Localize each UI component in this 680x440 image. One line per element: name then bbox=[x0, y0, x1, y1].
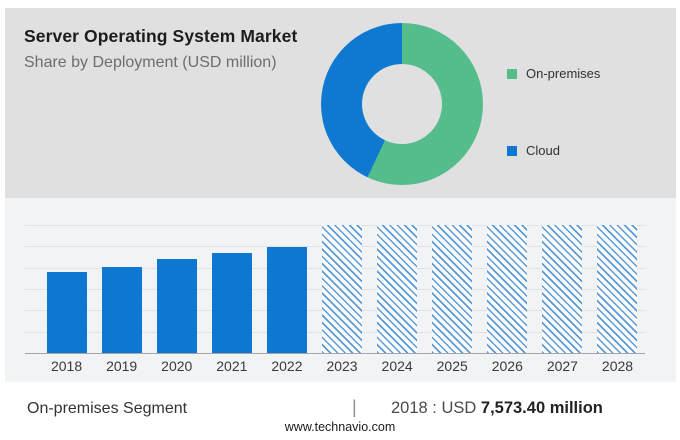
legend-item-on-premises: On-premises bbox=[507, 66, 600, 81]
donut-chart bbox=[321, 23, 483, 185]
highlight-value: 2018 : USD 7,573.40 million bbox=[391, 399, 603, 418]
x-tick-2026: 2026 bbox=[491, 358, 523, 374]
x-tick-2022: 2022 bbox=[271, 358, 303, 374]
website-url: www.technavio.com bbox=[284, 420, 396, 434]
page-subtitle: Share by Deployment (USD million) bbox=[24, 54, 277, 71]
highlight-value-bold: 7,573.40 million bbox=[480, 399, 603, 417]
x-tick-2024: 2024 bbox=[381, 358, 413, 374]
forecast-bar-2028 bbox=[597, 225, 638, 353]
x-tick-2018: 2018 bbox=[50, 358, 83, 374]
divider: | bbox=[352, 397, 357, 417]
bar-chart-plot-area bbox=[25, 225, 645, 354]
legend-item-cloud: Cloud bbox=[507, 143, 560, 158]
bar-2022 bbox=[266, 247, 307, 353]
x-tick-2028: 2028 bbox=[601, 358, 634, 374]
footer: On-premises Segment | 2018 : USD 7,573.4… bbox=[0, 382, 680, 440]
x-tick-2021: 2021 bbox=[216, 358, 248, 374]
bar-slot-2023 bbox=[314, 225, 369, 353]
forecast-bar-2027 bbox=[542, 225, 583, 353]
bars-row bbox=[25, 225, 645, 353]
header-panel: Server Operating System Market Share by … bbox=[5, 8, 676, 198]
bar-slot-2028 bbox=[590, 225, 645, 353]
page-title: Server Operating System Market bbox=[24, 26, 298, 46]
bar-slot-2018 bbox=[39, 225, 94, 353]
segment-caption: On-premises Segment bbox=[27, 400, 188, 417]
x-tick-2019: 2019 bbox=[106, 358, 138, 374]
bar-slot-2026 bbox=[480, 225, 535, 353]
header-titles: Server Operating System Market Share by … bbox=[24, 26, 297, 72]
bar-slot-2024 bbox=[370, 225, 425, 353]
forecast-bar-2026 bbox=[487, 225, 528, 353]
x-tick-2020: 2020 bbox=[161, 358, 193, 374]
forecast-bar-2024 bbox=[377, 225, 418, 353]
highlight-value-prefix: 2018 : USD bbox=[391, 399, 477, 417]
legend-swatch-on-premises bbox=[507, 68, 517, 79]
donut-hole bbox=[362, 64, 442, 144]
x-tick-2025: 2025 bbox=[436, 358, 468, 374]
bar-slot-2025 bbox=[425, 225, 480, 353]
bar-slot-2019 bbox=[94, 225, 149, 353]
legend-label-on-premises: On-premises bbox=[526, 66, 601, 81]
bar-2018 bbox=[46, 272, 87, 353]
forecast-bar-2025 bbox=[432, 225, 473, 353]
bar-2019 bbox=[101, 267, 142, 353]
bar-slot-2027 bbox=[535, 225, 590, 353]
x-axis-labels: 2018 2019 2020 2021 2022 2023 2024 2025 2026 2027… bbox=[25, 358, 645, 374]
bar-slot-2021 bbox=[204, 225, 259, 353]
x-tick-2023: 2023 bbox=[326, 358, 358, 374]
bar-2021 bbox=[211, 253, 252, 353]
bar-slot-2022 bbox=[259, 225, 314, 353]
forecast-bar-2023 bbox=[322, 225, 363, 353]
infographic: Server Operating System Market Share by … bbox=[0, 0, 680, 440]
legend-label-cloud: Cloud bbox=[526, 143, 560, 158]
bar-chart-panel: 2018 2019 2020 2021 2022 2023 2024 2025 2026 2027… bbox=[5, 198, 676, 382]
x-axis-line bbox=[25, 353, 645, 354]
x-tick-2027: 2027 bbox=[546, 358, 578, 374]
legend-swatch-cloud bbox=[507, 145, 517, 156]
bar-2020 bbox=[156, 259, 197, 353]
bar-slot-2020 bbox=[149, 225, 204, 353]
